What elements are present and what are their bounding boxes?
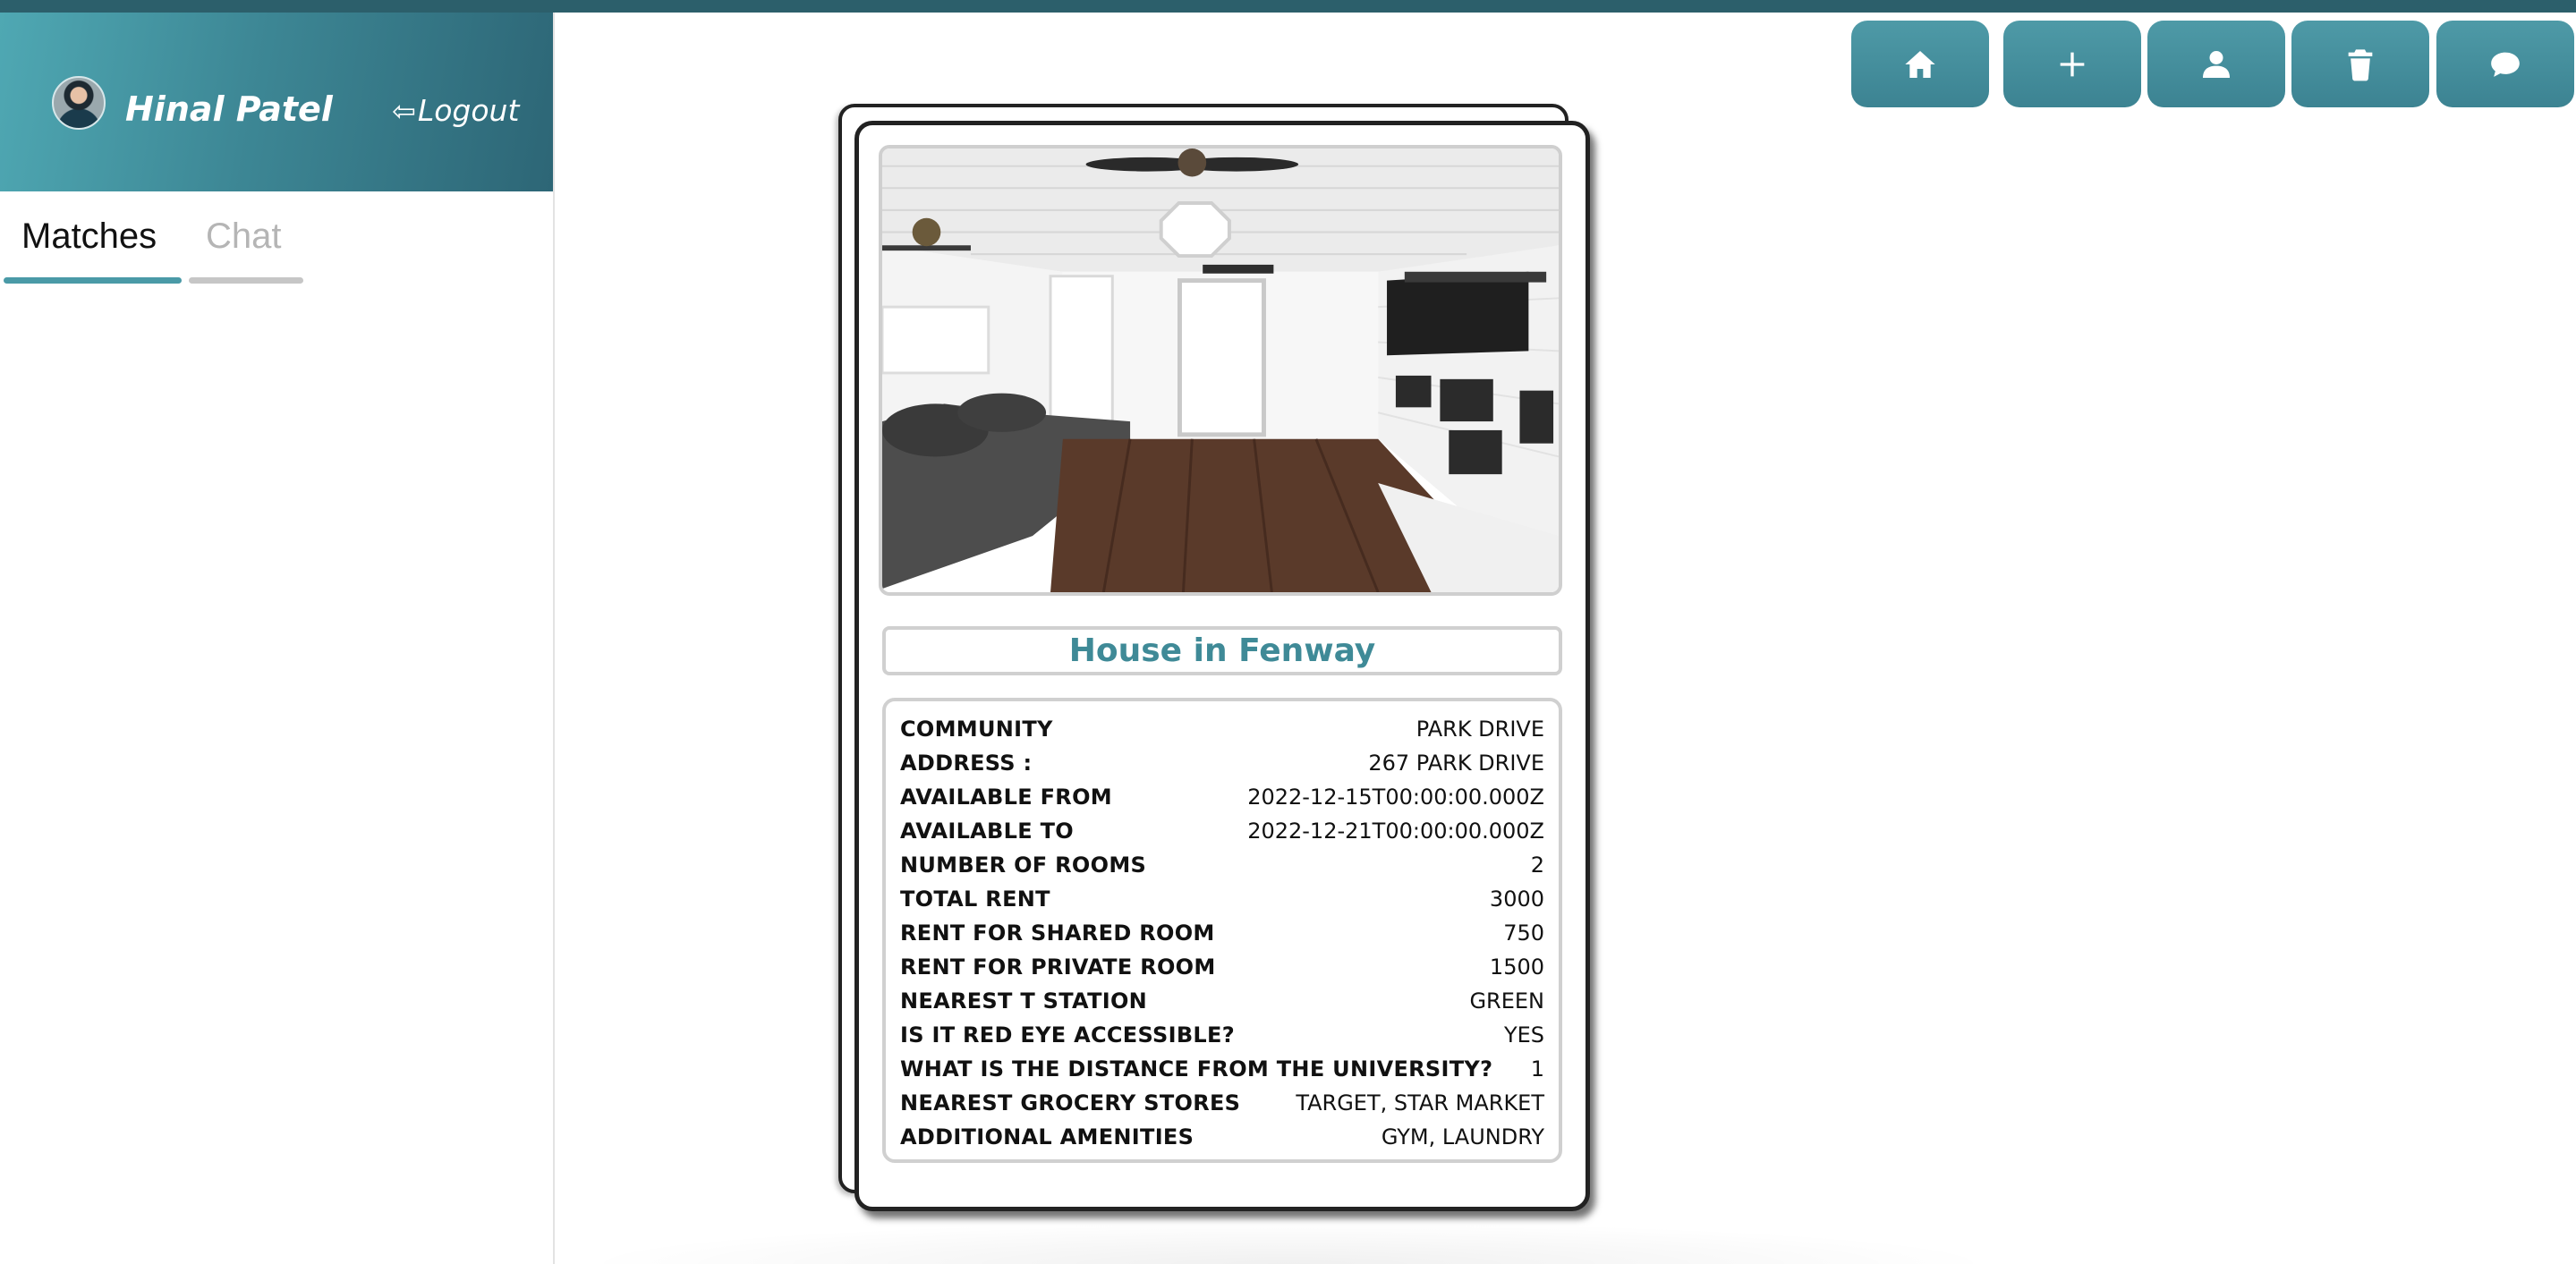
detail-value: 2022-12-21T00:00:00.000Z — [1247, 819, 1544, 844]
detail-value: 1 — [1530, 1056, 1544, 1082]
detail-row: NEAREST GROCERY STORES TARGET, STAR MARKE… — [900, 1086, 1544, 1120]
detail-row: RENT FOR PRIVATE ROOM 1500 — [900, 950, 1544, 984]
home-icon — [1905, 50, 1935, 78]
trash-icon — [2348, 48, 2373, 81]
user-icon — [2203, 50, 2230, 78]
logout-arrow-icon: ⇦ — [392, 93, 416, 128]
detail-value: GYM, LAUNDRY — [1381, 1124, 1544, 1149]
detail-value: 750 — [1503, 920, 1544, 946]
detail-label: ADDRESS : — [900, 751, 1033, 776]
detail-label: NUMBER OF ROOMS — [900, 853, 1147, 878]
tab-matches-indicator — [4, 277, 182, 284]
detail-label: TOTAL RENT — [900, 886, 1050, 912]
detail-label: RENT FOR SHARED ROOM — [900, 920, 1215, 946]
room-photo-image — [882, 148, 1559, 592]
detail-value: 1500 — [1489, 954, 1544, 980]
tab-chat-indicator — [189, 277, 303, 284]
delete-button[interactable] — [2291, 21, 2429, 107]
detail-value: YES — [1503, 1022, 1544, 1048]
detail-label: NEAREST T STATION — [900, 988, 1148, 1014]
detail-label: ADDITIONAL AMENITIES — [900, 1124, 1194, 1149]
sidebar: Hinal Patel ⇦ Logout Matches Chat — [0, 13, 555, 1264]
tab-chat[interactable]: Chat — [206, 216, 282, 257]
detail-value: 2 — [1530, 853, 1544, 878]
logout-label: Logout — [417, 93, 520, 128]
detail-label: AVAILABLE FROM — [900, 785, 1112, 810]
profile-button[interactable] — [2147, 21, 2285, 107]
listing-details: COMMUNITY PARK DRIVE ADDRESS : 267 PARK DR… — [882, 698, 1562, 1163]
home-button[interactable] — [1851, 21, 1989, 107]
plus-icon — [2060, 52, 2085, 76]
detail-row: ADDITIONAL AMENITIES GYM, LAUNDRY — [900, 1120, 1544, 1154]
detail-value: PARK DRIVE — [1416, 717, 1544, 742]
listing-card[interactable]: House in Fenway COMMUNITY PARK DRIVE ADDR… — [854, 121, 1590, 1211]
profile-header: Hinal Patel ⇦ Logout — [0, 13, 553, 191]
top-bar — [0, 0, 2576, 13]
detail-label: WHAT IS THE DISTANCE FROM THE UNIVERSITY… — [900, 1056, 1493, 1082]
tab-matches[interactable]: Matches — [21, 216, 157, 257]
detail-value: 2022-12-15T00:00:00.000Z — [1247, 785, 1544, 810]
detail-row: AVAILABLE TO 2022-12-21T00:00:00.000Z — [900, 814, 1544, 848]
listing-title: House in Fenway — [882, 626, 1562, 675]
detail-label: AVAILABLE TO — [900, 819, 1074, 844]
detail-value: GREEN — [1469, 988, 1544, 1014]
detail-row: NEAREST T STATION GREEN — [900, 984, 1544, 1018]
detail-row: AVAILABLE FROM 2022-12-15T00:00:00.000Z — [900, 780, 1544, 814]
detail-value: 3000 — [1489, 886, 1544, 912]
detail-value: 267 PARK DRIVE — [1368, 751, 1544, 776]
detail-row: ADDRESS : 267 PARK DRIVE — [900, 746, 1544, 780]
detail-row: COMMUNITY PARK DRIVE — [900, 712, 1544, 746]
logout-button[interactable]: ⇦ Logout — [392, 93, 519, 128]
add-button[interactable] — [2003, 21, 2141, 107]
detail-row: WHAT IS THE DISTANCE FROM THE UNIVERSITY… — [900, 1052, 1544, 1086]
detail-row: NUMBER OF ROOMS 2 — [900, 848, 1544, 882]
listing-photo — [879, 145, 1562, 596]
avatar[interactable] — [52, 76, 106, 130]
detail-row: TOTAL RENT 3000 — [900, 882, 1544, 916]
detail-label: IS IT RED EYE ACCESSIBLE? — [900, 1022, 1235, 1048]
detail-row: IS IT RED EYE ACCESSIBLE? YES — [900, 1018, 1544, 1052]
detail-label: NEAREST GROCERY STORES — [900, 1090, 1241, 1116]
detail-label: COMMUNITY — [900, 717, 1053, 742]
detail-row: RENT FOR SHARED ROOM 750 — [900, 916, 1544, 950]
chat-bubble-icon — [2491, 52, 2520, 77]
bottom-shadow — [573, 1221, 2004, 1264]
detail-value: TARGET, STAR MARKET — [1296, 1090, 1544, 1116]
detail-label: RENT FOR PRIVATE ROOM — [900, 954, 1216, 980]
chat-button[interactable] — [2436, 21, 2574, 107]
user-name: Hinal Patel — [125, 89, 333, 129]
